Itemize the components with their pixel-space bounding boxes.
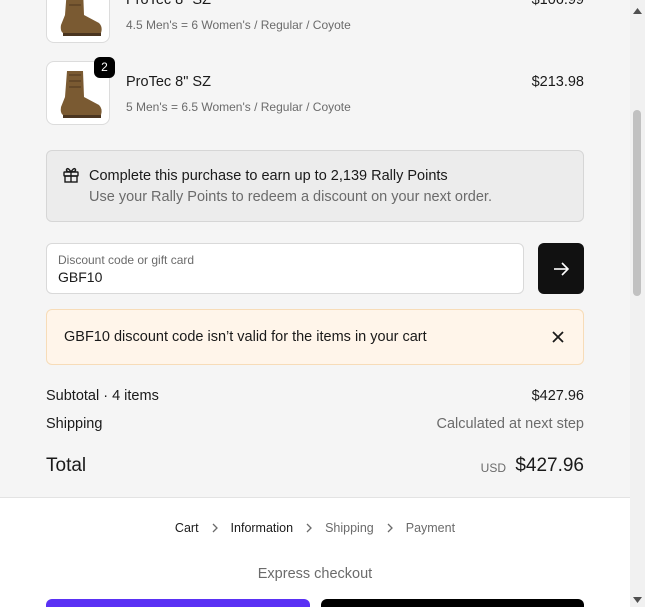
rally-points-banner: Complete this purchase to earn up to 2,1… (46, 150, 584, 222)
total-value: $427.96 (515, 455, 584, 476)
scrollbar-thumb[interactable] (633, 110, 641, 296)
rally-title: Complete this purchase to earn up to 2,1… (89, 168, 448, 184)
order-summary: ProTec 8" SZ 4.5 Men's = 6 Women's / Reg… (0, 0, 630, 498)
express-checkout-label: Express checkout (257, 566, 373, 582)
discount-field[interactable]: Discount code or gift card (46, 243, 524, 294)
scroll-up-icon[interactable] (632, 2, 643, 20)
cart-item: 2 ProTec 8" SZ 5 Men's = 6.5 Women's / R… (46, 57, 584, 127)
close-icon[interactable] (551, 330, 565, 349)
chevron-right-icon (386, 523, 394, 533)
shop-pay-button[interactable] (46, 599, 310, 607)
scroll-down-icon[interactable] (632, 591, 643, 607)
item-name: ProTec 8" SZ (126, 0, 211, 8)
discount-error-banner: GBF10 discount code isn’t valid for the … (46, 309, 584, 365)
subtotal-label: Subtotal · 4 items (46, 388, 159, 404)
breadcrumb: Cart Information Shipping Payment (0, 521, 630, 535)
apply-discount-button[interactable] (538, 243, 584, 294)
breadcrumb-shipping: Shipping (325, 521, 374, 535)
item-variant: 5 Men's = 6.5 Women's / Regular / Coyote (126, 100, 351, 114)
quantity-badge: 2 (94, 57, 115, 78)
item-price: $106.99 (531, 0, 584, 8)
error-message: GBF10 discount code isn’t valid for the … (64, 329, 427, 345)
shipping-label: Shipping (46, 416, 103, 432)
scrollbar[interactable] (630, 0, 645, 607)
arrow-right-icon (554, 261, 570, 276)
discount-input[interactable] (58, 269, 498, 285)
breadcrumb-cart[interactable]: Cart (175, 521, 199, 535)
chevron-right-icon (305, 523, 313, 533)
boot-image (60, 0, 102, 36)
rally-subtitle: Use your Rally Points to redeem a discou… (89, 189, 492, 205)
total-label: Total (46, 455, 87, 476)
currency-code: USD (480, 461, 506, 475)
gift-icon (62, 166, 80, 189)
shipping-value: Calculated at next step (436, 416, 584, 432)
discount-label: Discount code or gift card (58, 253, 195, 267)
breadcrumb-information: Information (230, 521, 294, 535)
cart-item: ProTec 8" SZ 4.5 Men's = 6 Women's / Reg… (46, 0, 584, 45)
chevron-right-icon (211, 523, 219, 533)
product-thumbnail: 2 (46, 57, 115, 125)
express-pay-button[interactable] (321, 599, 584, 607)
subtotal-value: $427.96 (531, 388, 584, 404)
item-price: $213.98 (531, 74, 584, 90)
product-thumbnail (46, 0, 110, 43)
item-name: ProTec 8" SZ (126, 74, 211, 90)
item-variant: 4.5 Men's = 6 Women's / Regular / Coyote (126, 18, 351, 32)
breadcrumb-payment: Payment (405, 521, 456, 535)
